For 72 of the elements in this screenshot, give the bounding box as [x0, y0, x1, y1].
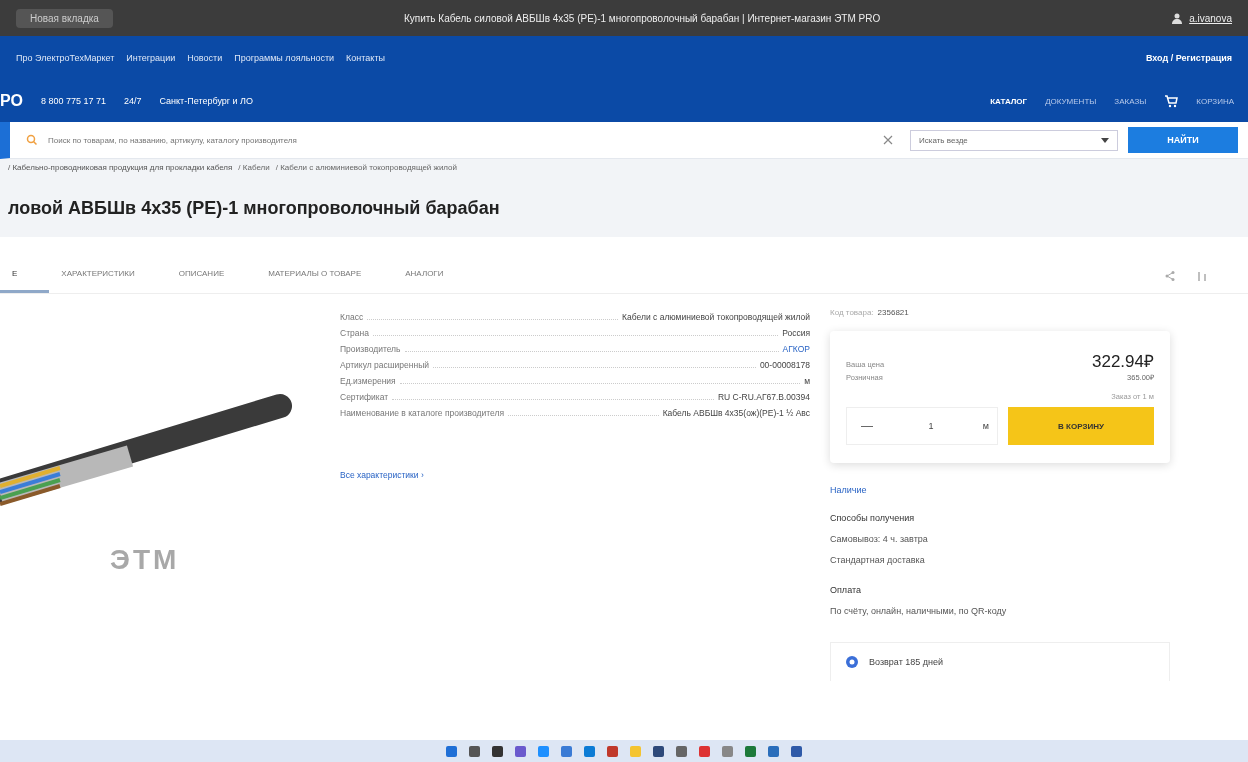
- search-icon: [26, 134, 38, 146]
- payment-title: Оплата: [830, 585, 862, 595]
- spec-value-link[interactable]: АГКОР: [782, 344, 810, 354]
- caret-icon: [1101, 137, 1109, 143]
- close-icon[interactable]: [882, 134, 894, 146]
- return-text: Возврат 185 дней: [869, 657, 944, 667]
- nav-link[interactable]: Новости: [187, 53, 223, 63]
- code-label: Код товара:: [830, 308, 874, 317]
- spec-value: RU C-RU.АГ67.В.00394: [718, 392, 810, 402]
- tab[interactable]: ОПИСАНИЕ: [166, 259, 257, 293]
- delivery-option: Стандартная доставка: [830, 555, 1190, 565]
- spec-value: Кабели с алюминиевой токопроводящей жилой: [622, 312, 810, 322]
- delivery-option: Самовывоз: 4 ч. завтра: [830, 534, 1190, 544]
- delivery-title: Способы получения: [830, 513, 916, 523]
- spec-name: Производитель: [340, 344, 401, 354]
- breadcrumb-link[interactable]: / Кабельно-проводниковая продукция для прокладки кабеля: [8, 163, 233, 172]
- spec-name: Ед.измерения: [340, 376, 396, 386]
- payment-text: По счёту, онлайн, наличными, по QR-коду: [830, 606, 1008, 616]
- image-watermark-text: ЭТМ: [110, 544, 180, 576]
- breadcrumb-link[interactable]: / Кабели: [238, 163, 270, 172]
- region-selector[interactable]: Санкт-Петербург и ЛО: [159, 96, 254, 106]
- logo[interactable]: РО: [0, 92, 23, 110]
- nav-link[interactable]: Интеграции: [126, 53, 176, 63]
- return-icon: [845, 655, 859, 669]
- account-name[interactable]: a.ivanova: [1189, 12, 1232, 24]
- header-menu-link[interactable]: ЗАКАЗЫ: [1114, 96, 1147, 106]
- taskbar-app-icon[interactable]: [469, 745, 480, 757]
- spec-value: Россия: [782, 328, 810, 338]
- tab[interactable]: Е: [0, 259, 50, 293]
- nav-link[interactable]: Контакты: [346, 53, 385, 63]
- login-link[interactable]: Вход / Регистрация: [1145, 53, 1232, 63]
- browser-tab[interactable]: Новая вкладка: [16, 8, 113, 28]
- tab[interactable]: ХАРАКТЕРИСТИКИ: [49, 259, 167, 293]
- tab[interactable]: МАТЕРИАЛЫ О ТОВАРЕ: [256, 259, 394, 293]
- add-to-cart-button[interactable]: В КОРЗИНУ: [1008, 407, 1154, 445]
- nav-link[interactable]: Про ЭлектроТехМаркет: [16, 53, 115, 63]
- cart-link[interactable]: КОРЗИНА: [1196, 96, 1234, 106]
- quantity-field[interactable]: 1: [928, 421, 934, 431]
- product-title: ловой АВБШв 4х35 (PE)-1 многопроволочный барабан: [8, 198, 501, 219]
- header-menu-link[interactable]: КАТАЛОГ: [990, 96, 1028, 106]
- unit-selector[interactable]: м: [982, 421, 989, 431]
- phone-number[interactable]: 8 800 775 17 71: [40, 96, 106, 106]
- spec-name: Наименование в каталоге производителя: [340, 408, 505, 418]
- all-specs-link[interactable]: Все характеристики ›: [340, 470, 810, 480]
- spec-name: Артикул расширенный: [340, 360, 430, 370]
- spec-name: Сертификат: [340, 392, 389, 402]
- spec-name: Класс: [340, 312, 364, 322]
- search-button[interactable]: НАЙТИ: [1128, 127, 1238, 153]
- profile-icon[interactable]: [1171, 12, 1184, 24]
- spec-value: Кабель АВБШв 4х35(ож)(PE)-1 ½ Авс: [662, 408, 810, 418]
- taskbar-app-icon[interactable]: [791, 745, 802, 757]
- taskbar-app-icon[interactable]: [607, 745, 618, 757]
- header-menu-link[interactable]: ДОКУМЕНТЫ: [1045, 96, 1097, 106]
- taskbar-app-icon[interactable]: [653, 745, 664, 757]
- window-title: Купить Кабель силовой АВБШв 4х35 (PE)-1 многопроволочный барабан | Интернет-магазин ЭТМ PRO: [402, 12, 882, 24]
- tab[interactable]: АНАЛОГИ: [393, 259, 476, 293]
- taskbar-app-icon[interactable]: [745, 745, 756, 757]
- price-value: 322.94₽: [1092, 351, 1154, 372]
- availability-link[interactable]: Наличие: [830, 485, 1190, 495]
- scope-dropdown[interactable]: Искать везде: [910, 129, 1118, 151]
- code-value: 2356821: [877, 308, 909, 317]
- taskbar-app-icon[interactable]: [492, 745, 503, 757]
- share-icon[interactable]: [1164, 270, 1176, 282]
- minus-button[interactable]: —: [855, 418, 879, 434]
- nav-link[interactable]: Программы лояльности: [234, 53, 335, 63]
- hours-text: 24/7: [123, 96, 142, 106]
- taskbar-app-icon[interactable]: [676, 745, 687, 757]
- spec-value: м: [804, 376, 810, 386]
- cart-icon[interactable]: [1164, 94, 1179, 108]
- breadcrumb-link[interactable]: / Кабели с алюминиевой токопроводящей жилой: [275, 163, 458, 172]
- spec-name: Страна: [340, 328, 369, 338]
- spec-value: 00-00008178: [759, 360, 810, 370]
